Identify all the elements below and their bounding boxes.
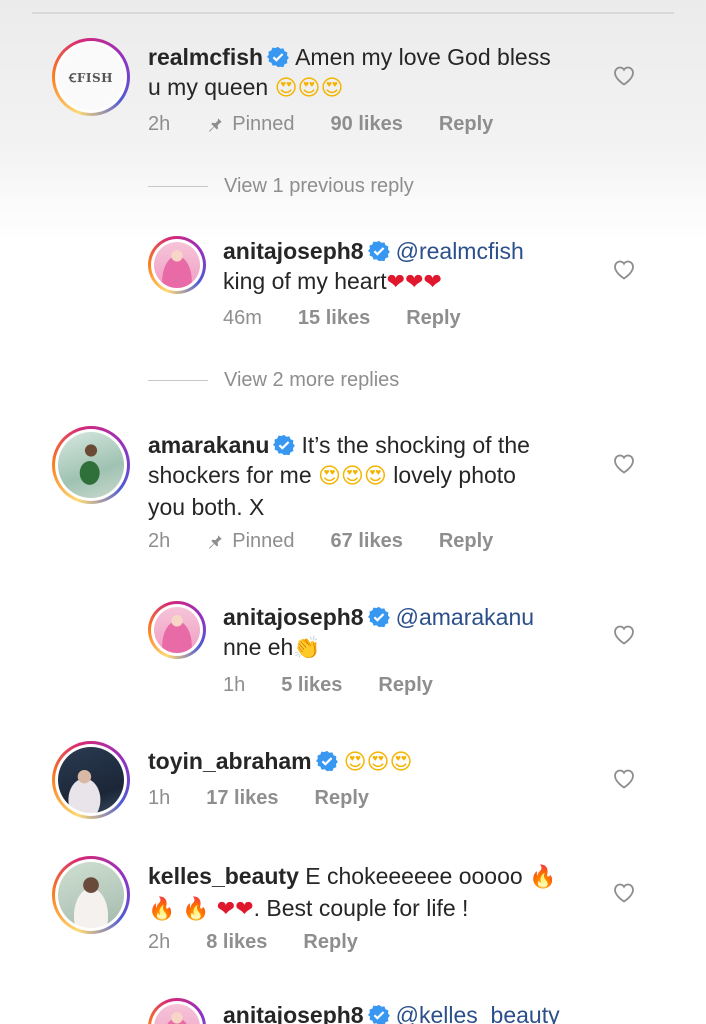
top-divider bbox=[32, 0, 674, 14]
heart-eyes-emoji: 😍😍😍 bbox=[318, 464, 387, 489]
like-heart-icon[interactable] bbox=[612, 623, 636, 645]
username[interactable]: anitajoseph8 bbox=[223, 1002, 364, 1024]
comment-body-line2b: lovely photo bbox=[393, 462, 516, 488]
username[interactable]: amarakanu bbox=[148, 432, 269, 458]
replies-line bbox=[148, 380, 208, 381]
reply-button[interactable]: Reply bbox=[406, 307, 460, 330]
heart-eyes-emoji: 😍😍😍 bbox=[343, 750, 413, 775]
timestamp: 2h bbox=[148, 530, 171, 552]
reply-button[interactable]: Reply bbox=[315, 787, 369, 810]
likes-count[interactable]: 15 likes bbox=[298, 307, 370, 330]
comment-meta: 2h 8 likes Reply bbox=[148, 931, 358, 954]
likes-count[interactable]: 8 likes bbox=[206, 931, 267, 954]
comment-text: kelles_beauty E chokeeeeee ooooo 🔥 🔥 🔥 ❤… bbox=[148, 861, 598, 925]
pinned-label: Pinned bbox=[206, 530, 295, 553]
mention-link[interactable]: @amarakanu bbox=[396, 604, 534, 630]
timestamp: 2h bbox=[148, 113, 171, 135]
likes-count[interactable]: 5 likes bbox=[281, 674, 342, 697]
like-heart-icon[interactable] bbox=[612, 452, 636, 474]
red-heart-emoji: ❤❤❤ bbox=[386, 270, 442, 295]
pinned-label: Pinned bbox=[206, 113, 295, 136]
username[interactable]: realmcfish bbox=[148, 44, 263, 70]
avatar[interactable] bbox=[52, 741, 130, 819]
comment-meta: 46m 15 likes Reply bbox=[223, 307, 461, 330]
comment-body: nne eh bbox=[223, 634, 294, 660]
like-heart-icon[interactable] bbox=[612, 64, 636, 86]
avatar[interactable]: ꞒFISH bbox=[52, 38, 130, 116]
timestamp: 1h bbox=[223, 674, 246, 696]
comment-body-line2: . Best couple for life ! bbox=[253, 895, 469, 921]
comment-meta: 2h Pinned 90 likes Reply bbox=[148, 113, 493, 136]
comment-meta: 1h 5 likes Reply bbox=[223, 674, 433, 697]
comment-body-line3: you both. X bbox=[148, 494, 265, 520]
comment-body: king of my heart bbox=[223, 268, 387, 294]
reply-button[interactable]: Reply bbox=[439, 530, 493, 553]
verified-badge-icon bbox=[367, 240, 390, 262]
like-heart-icon[interactable] bbox=[612, 767, 636, 789]
avatar[interactable] bbox=[52, 426, 130, 504]
avatar-logo-text: ꞒFISH bbox=[68, 70, 114, 85]
username[interactable]: kelles_beauty bbox=[148, 863, 299, 889]
username[interactable]: anitajoseph8 bbox=[223, 238, 364, 264]
comment-text: anitajoseph8 @realmcfish king of my heart… bbox=[223, 236, 603, 298]
username[interactable]: anitajoseph8 bbox=[223, 604, 364, 630]
pin-icon bbox=[209, 117, 222, 132]
likes-count[interactable]: 67 likes bbox=[331, 530, 403, 553]
verified-badge-icon bbox=[367, 606, 390, 628]
likes-count[interactable]: 17 likes bbox=[206, 787, 278, 810]
verified-badge-icon bbox=[273, 434, 296, 456]
comment-text: amarakanu It’s the shocking of the shocke… bbox=[148, 430, 598, 522]
comment-text: realmcfish Amen my love God bless u my qu… bbox=[148, 42, 598, 104]
likes-count[interactable]: 90 likes bbox=[331, 113, 403, 136]
heart-eyes-emoji: 😍😍😍 bbox=[274, 76, 344, 101]
username[interactable]: toyin_abraham bbox=[148, 748, 312, 774]
comment-body: Amen my love God bless bbox=[295, 44, 551, 70]
like-heart-icon[interactable] bbox=[612, 258, 636, 280]
comment-text: toyin_abraham 😍😍😍 bbox=[148, 746, 598, 778]
avatar[interactable] bbox=[52, 856, 130, 934]
view-previous-replies[interactable]: View 1 previous reply bbox=[148, 175, 414, 198]
verified-badge-icon bbox=[267, 46, 289, 68]
verified-badge-icon bbox=[315, 750, 338, 772]
reply-button[interactable]: Reply bbox=[378, 674, 432, 697]
avatar[interactable] bbox=[148, 998, 206, 1024]
comment-meta: 1h 17 likes Reply bbox=[148, 787, 369, 810]
fire-heart-emoji-row: 🔥 🔥 ❤❤ bbox=[148, 897, 254, 922]
comment-body: It’s the shocking of the bbox=[301, 432, 530, 458]
comment-text: anitajoseph8 @kelles_beauty bbox=[223, 1000, 603, 1024]
view-more-replies[interactable]: View 2 more replies bbox=[148, 369, 399, 392]
comment-meta: 2h Pinned 67 likes Reply bbox=[148, 530, 493, 553]
pin-icon bbox=[209, 534, 222, 549]
like-heart-icon[interactable] bbox=[612, 881, 636, 903]
comment-body-line2: u my queen bbox=[148, 74, 269, 100]
timestamp: 1h bbox=[148, 787, 171, 809]
mention-link[interactable]: @kelles_beauty bbox=[396, 1002, 560, 1024]
reply-button[interactable]: Reply bbox=[303, 931, 357, 954]
comment-text: anitajoseph8 @amarakanu nne eh👏 bbox=[223, 602, 603, 664]
verified-badge-icon bbox=[367, 1004, 390, 1024]
avatar[interactable] bbox=[148, 601, 206, 659]
clapping-emoji: 👏 bbox=[293, 636, 321, 661]
replies-line bbox=[148, 186, 208, 187]
comment-body: E chokeeeeee ooooo bbox=[305, 863, 523, 889]
mention-link[interactable]: @realmcfish bbox=[396, 238, 524, 264]
reply-button[interactable]: Reply bbox=[439, 113, 493, 136]
timestamp: 46m bbox=[223, 307, 262, 329]
avatar[interactable] bbox=[148, 236, 206, 294]
timestamp: 2h bbox=[148, 931, 171, 953]
comment-body-line2: shockers for me bbox=[148, 462, 312, 488]
fire-emoji: 🔥 bbox=[529, 865, 557, 890]
